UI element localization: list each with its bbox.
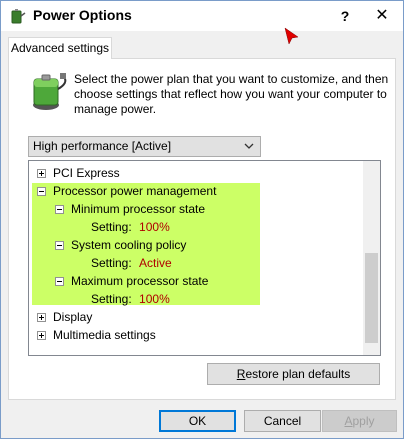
help-button[interactable]: ?	[333, 5, 357, 27]
tree-item-label: Minimum processor state	[71, 202, 206, 216]
power-plan-value: High performance [Active]	[33, 139, 172, 153]
accelerator-letter: A	[344, 414, 353, 428]
setting-row-minimum-processor-state[interactable]: Setting: 100%	[91, 218, 170, 236]
mouse-cursor-icon	[284, 27, 299, 45]
collapse-minus-icon[interactable]	[37, 187, 46, 196]
setting-value[interactable]: 100%	[139, 220, 170, 234]
tree-item-label: Maximum processor state	[71, 274, 209, 288]
battery-plug-icon	[33, 73, 67, 110]
apply-button[interactable]: Apply	[322, 410, 397, 432]
setting-label: Setting:	[91, 220, 132, 234]
power-options-window: Power Options ? ✕ Advanced settings Sele…	[0, 0, 404, 439]
tree-item-minimum-processor-state[interactable]: Minimum processor state	[55, 200, 205, 218]
expand-plus-icon[interactable]	[37, 331, 46, 340]
settings-tree[interactable]: PCI Express Processor power management M…	[28, 160, 381, 356]
ok-button[interactable]: OK	[159, 410, 236, 432]
chevron-down-icon	[244, 143, 254, 149]
setting-label: Setting:	[91, 256, 132, 270]
tree-item-label: PCI Express	[53, 166, 120, 180]
restore-plan-defaults-button[interactable]: Restore plan defaults	[207, 363, 380, 385]
tree-item-maximum-processor-state[interactable]: Maximum processor state	[55, 272, 208, 290]
tree-item-processor-power-management[interactable]: Processor power management	[37, 182, 216, 200]
setting-label: Setting:	[91, 292, 132, 306]
expand-plus-icon[interactable]	[37, 169, 46, 178]
advanced-settings-panel: Select the power plan that you want to c…	[8, 58, 396, 400]
setting-row-system-cooling-policy[interactable]: Setting: Active	[91, 254, 172, 272]
tree-item-multimedia-settings[interactable]: Multimedia settings	[37, 326, 156, 344]
setting-value[interactable]: 100%	[139, 292, 170, 306]
button-label: pply	[352, 414, 375, 428]
title-bar: Power Options ? ✕	[1, 1, 403, 31]
tree-item-label: Processor power management	[53, 184, 217, 198]
collapse-minus-icon[interactable]	[55, 205, 64, 214]
window-title: Power Options	[33, 7, 132, 23]
setting-row-maximum-processor-state[interactable]: Setting: 100%	[91, 290, 170, 308]
cancel-button[interactable]: Cancel	[244, 410, 321, 432]
tree-item-display[interactable]: Display	[37, 308, 92, 326]
battery-plug-icon	[11, 9, 26, 24]
intro-text: Select the power plan that you want to c…	[74, 72, 389, 116]
setting-value[interactable]: Active	[139, 256, 172, 270]
tree-item-label: Display	[53, 310, 93, 324]
collapse-minus-icon[interactable]	[55, 277, 64, 286]
scrollbar-thumb[interactable]	[365, 253, 378, 343]
tree-item-system-cooling-policy[interactable]: System cooling policy	[55, 236, 186, 254]
tree-item-pci-express[interactable]: PCI Express	[37, 164, 120, 182]
expand-plus-icon[interactable]	[37, 313, 46, 322]
close-button[interactable]: ✕	[369, 5, 395, 27]
tree-item-label: System cooling policy	[71, 238, 187, 252]
tree-item-label: Multimedia settings	[53, 328, 156, 342]
tree-scrollbar[interactable]	[363, 161, 380, 355]
collapse-minus-icon[interactable]	[55, 241, 64, 250]
tab-advanced-settings[interactable]: Advanced settings	[8, 37, 112, 59]
button-label: estore plan defaults	[245, 367, 351, 381]
power-plan-select[interactable]: High performance [Active]	[28, 136, 261, 157]
